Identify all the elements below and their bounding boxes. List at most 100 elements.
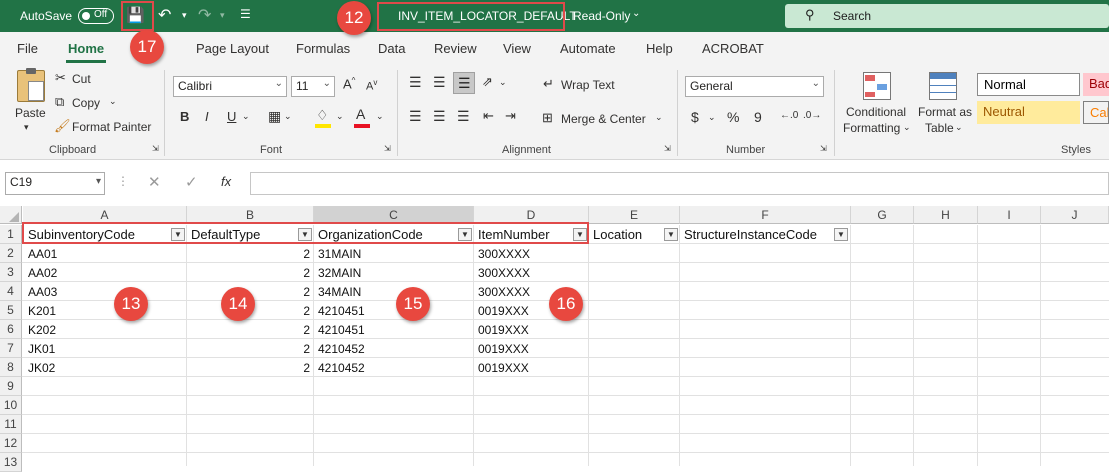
format-as-table-button-line2[interactable]: Table: [925, 121, 954, 135]
cut-icon[interactable]: ✂: [55, 70, 66, 86]
merge-center-button[interactable]: Merge & Center: [561, 112, 646, 126]
column-header-h[interactable]: H: [914, 206, 978, 224]
tab-data[interactable]: Data: [378, 41, 405, 56]
column-header-i[interactable]: I: [978, 206, 1041, 224]
style-calculation[interactable]: Calc: [1083, 101, 1109, 124]
fill-color-icon[interactable]: ♢: [316, 107, 329, 124]
paste-dropdown-icon[interactable]: ▾: [24, 122, 29, 133]
table-cell[interactable]: AA01: [25, 245, 57, 263]
table-cell[interactable]: 0019XXX: [475, 302, 529, 320]
align-center-icon[interactable]: ☰: [433, 108, 446, 125]
merge-center-icon[interactable]: ⊞: [542, 110, 553, 126]
conditional-formatting-button[interactable]: Conditional: [846, 105, 906, 119]
style-normal[interactable]: Normal: [977, 73, 1080, 96]
table-cell[interactable]: 4210451: [315, 302, 365, 320]
formula-input[interactable]: [250, 172, 1109, 195]
tab-view[interactable]: View: [503, 41, 531, 56]
format-as-table-dropdown-icon[interactable]: ⌄: [955, 122, 963, 133]
wrap-text-icon[interactable]: ↵: [543, 76, 554, 92]
table-cell[interactable]: 31MAIN: [315, 245, 361, 263]
number-format-select[interactable]: General ⌄: [685, 76, 824, 97]
filter-dropdown-icon[interactable]: ▼: [664, 228, 678, 241]
format-as-table-button[interactable]: Format as: [918, 105, 972, 119]
table-cell[interactable]: 4210452: [315, 359, 365, 377]
tab-file[interactable]: File: [17, 41, 38, 56]
table-cell[interactable]: 34MAIN: [315, 283, 361, 301]
name-box[interactable]: C19 ▾: [5, 172, 105, 195]
borders-icon[interactable]: ▦: [268, 108, 281, 125]
table-cell[interactable]: 0019XXX: [475, 359, 529, 377]
tab-review[interactable]: Review: [434, 41, 477, 56]
undo-dropdown-icon[interactable]: ▾: [182, 10, 187, 21]
table-cell[interactable]: 2: [187, 359, 313, 377]
percent-button[interactable]: %: [727, 109, 739, 125]
redo-dropdown-icon[interactable]: ▾: [220, 10, 225, 21]
table-cell[interactable]: 4210451: [315, 321, 365, 339]
row-header-13[interactable]: 13: [0, 453, 22, 472]
table-cell[interactable]: 0019XXX: [475, 340, 529, 358]
row-header-10[interactable]: 10: [0, 396, 22, 415]
font-color-icon[interactable]: A: [356, 106, 365, 122]
read-only-label[interactable]: Read-Only: [573, 9, 630, 23]
insert-function-icon[interactable]: fx: [221, 174, 231, 189]
font-color-dropdown-icon[interactable]: ⌄: [376, 111, 384, 122]
align-right-icon[interactable]: ☰: [457, 108, 470, 125]
align-left-icon[interactable]: ☰: [409, 108, 422, 125]
font-size-select[interactable]: 11 ⌄: [291, 76, 335, 97]
orientation-dropdown-icon[interactable]: ⌄: [499, 77, 507, 88]
column-header-j[interactable]: J: [1041, 206, 1109, 224]
cancel-icon[interactable]: ✕: [148, 173, 161, 191]
italic-button[interactable]: I: [205, 109, 209, 124]
tab-acrobat[interactable]: ACROBAT: [702, 41, 764, 56]
tab-help[interactable]: Help: [646, 41, 673, 56]
conditional-formatting-button-line2[interactable]: Formatting: [843, 121, 900, 135]
bold-button[interactable]: B: [180, 109, 189, 124]
table-cell[interactable]: 300XXXX: [475, 245, 530, 263]
header-cell[interactable]: StructureInstanceCode: [681, 226, 817, 244]
row-header-6[interactable]: 6: [0, 320, 22, 339]
copy-button[interactable]: Copy: [72, 96, 100, 110]
underline-button[interactable]: U: [227, 109, 236, 124]
table-cell[interactable]: 32MAIN: [315, 264, 361, 282]
style-neutral[interactable]: Neutral: [977, 101, 1080, 124]
row-header-12[interactable]: 12: [0, 434, 22, 453]
conditional-dropdown-icon[interactable]: ⌄: [903, 122, 911, 133]
row-header-11[interactable]: 11: [0, 415, 22, 434]
decrease-decimal-icon[interactable]: .0→: [803, 110, 821, 121]
currency-dropdown-icon[interactable]: ⌄: [708, 112, 716, 123]
table-cell[interactable]: AA02: [25, 264, 57, 282]
row-header-2[interactable]: 2: [0, 244, 22, 263]
number-launcher-icon[interactable]: ⇲: [820, 144, 827, 153]
underline-dropdown-icon[interactable]: ⌄: [242, 111, 250, 122]
font-name-select[interactable]: Calibri ⌄: [173, 76, 287, 97]
borders-dropdown-icon[interactable]: ⌄: [284, 111, 292, 122]
comma-button[interactable]: 9: [754, 109, 762, 125]
clipboard-launcher-icon[interactable]: ⇲: [152, 144, 159, 153]
tab-formulas[interactable]: Formulas: [296, 41, 350, 56]
tab-page-layout[interactable]: Page Layout: [196, 41, 269, 56]
alignment-launcher-icon[interactable]: ⇲: [664, 144, 671, 153]
column-header-f[interactable]: F: [680, 206, 851, 224]
format-painter-icon[interactable]: 🖌: [54, 118, 71, 134]
column-header-e[interactable]: E: [589, 206, 680, 224]
align-top-icon[interactable]: ☰: [409, 74, 422, 91]
chevron-down-icon[interactable]: ⌄: [632, 8, 640, 19]
table-cell[interactable]: 2: [187, 264, 313, 282]
decrease-indent-icon[interactable]: ⇤: [483, 108, 494, 124]
table-cell[interactable]: 2: [187, 245, 313, 263]
table-cell[interactable]: 2: [187, 340, 313, 358]
table-cell[interactable]: 300XXXX: [475, 264, 530, 282]
tab-home[interactable]: Home: [68, 41, 104, 56]
cut-button[interactable]: Cut: [72, 72, 91, 86]
autosave-toggle[interactable]: Off: [78, 8, 114, 24]
search-input[interactable]: ⚲ Search: [785, 4, 1109, 28]
wrap-text-button[interactable]: Wrap Text: [561, 78, 615, 92]
format-painter-button[interactable]: Format Painter: [72, 120, 151, 134]
table-cell[interactable]: 300XXXX: [475, 283, 530, 301]
customize-toolbar-icon[interactable]: ☰: [240, 7, 251, 21]
orientation-icon[interactable]: ⇗: [482, 74, 493, 90]
table-cell[interactable]: JK02: [25, 359, 55, 377]
style-bad[interactable]: Bad: [1083, 73, 1109, 96]
table-cell[interactable]: AA03: [25, 283, 57, 301]
row-header-1[interactable]: 1: [0, 225, 22, 244]
